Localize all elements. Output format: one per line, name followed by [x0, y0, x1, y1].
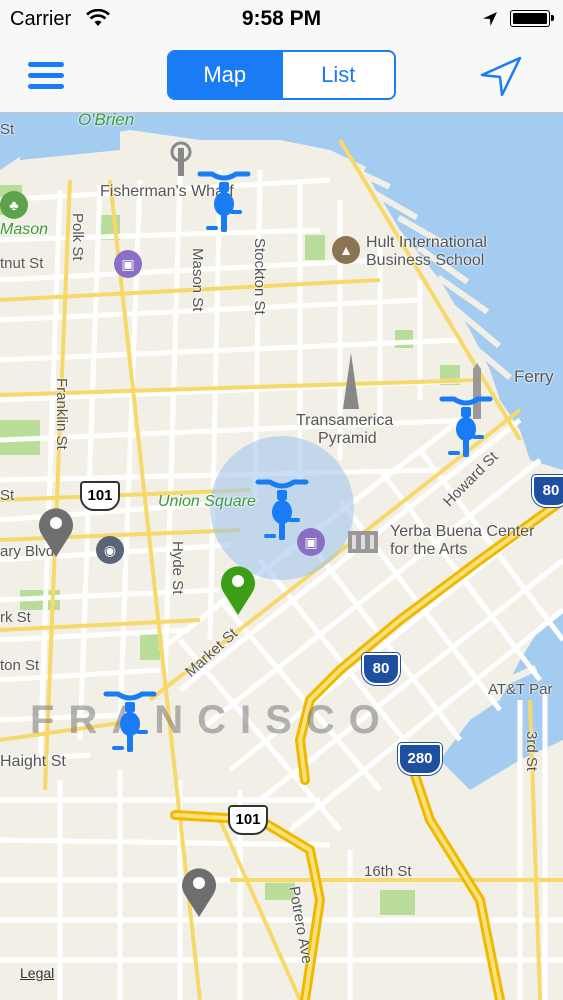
view-mode-segmented-control: Map List — [167, 50, 396, 100]
label-transamerica-line2: Pyramid — [318, 430, 377, 447]
label-haight-st: Haight St — [0, 753, 66, 770]
legal-link[interactable]: Legal — [20, 965, 54, 981]
label-ferry: Ferry — [514, 367, 554, 386]
label-polk-st: Polk St — [69, 213, 86, 261]
label-att-park: AT&T Par — [488, 681, 553, 698]
label-chestnut-st: tnut St — [0, 255, 44, 272]
label-yerba-line1: Yerba Buena Center — [390, 523, 535, 540]
label-fulton-st: rk St — [0, 609, 31, 626]
tram-icon: ▣ — [114, 250, 142, 278]
label-stockton-st: Stockton St — [251, 238, 268, 315]
label-transamerica-line1: Transamerica — [296, 412, 394, 429]
label-grove-st: ton St — [0, 657, 40, 674]
clock: 9:58 PM — [241, 7, 322, 30]
bike-marker-icon[interactable] — [254, 476, 310, 540]
label-mason-park: Mason — [0, 221, 49, 238]
theater-icon: ◉ — [96, 536, 124, 564]
label-franklin-st: Franklin St — [53, 378, 70, 450]
i-80-shield-right: 80 — [532, 475, 563, 507]
us-101-shield-bottom: 101 — [228, 805, 268, 835]
label-yerba-line2: for the Arts — [390, 541, 468, 558]
pyramid-icon — [340, 353, 362, 409]
lighthouse-icon — [168, 138, 196, 176]
map-view[interactable]: O'Brien Mason Fisherman's Wharf Hult Int… — [0, 113, 563, 1000]
label-mason-st: Mason St — [189, 248, 206, 312]
map-pin-green[interactable] — [216, 561, 260, 617]
school-icon: ▲ — [332, 236, 360, 264]
map-pin-grey[interactable] — [177, 863, 221, 919]
bike-marker-icon[interactable] — [196, 168, 252, 232]
status-bar: Carrier 9:58 PM — [0, 0, 563, 40]
museum-icon — [346, 525, 380, 555]
us-101-shield-top: 101 — [80, 481, 120, 511]
label-obrien: O'Brien — [78, 113, 135, 129]
bike-marker-icon[interactable] — [102, 688, 158, 752]
navigation-arrow-icon[interactable] — [478, 54, 524, 100]
location-services-icon — [482, 11, 498, 32]
label-hyde-st: Hyde St — [169, 541, 186, 595]
label-c-st: St — [0, 121, 15, 138]
label-city-name: FRANCISCO — [30, 698, 394, 742]
tab-map[interactable]: Map — [169, 52, 281, 98]
label-hult-line1: Hult International — [366, 234, 487, 251]
battery-icon — [510, 10, 554, 27]
i-80-shield-center: 80 — [362, 653, 400, 685]
label-3rd-st: 3rd St — [523, 731, 540, 772]
label-16th-st: 16th St — [364, 863, 412, 880]
map-pin-grey[interactable] — [34, 503, 78, 559]
bike-marker-icon[interactable] — [438, 393, 494, 457]
label-hult-line2: Business School — [366, 252, 485, 269]
i-280-shield: 280 — [398, 743, 442, 775]
label-pine-st: St — [0, 487, 15, 504]
tab-list[interactable]: List — [280, 52, 394, 98]
label-union-square: Union Square — [158, 493, 256, 510]
navigation-bar: Map List — [0, 40, 563, 113]
hamburger-menu-icon[interactable] — [26, 58, 66, 94]
park-icon: ♣ — [0, 191, 28, 219]
